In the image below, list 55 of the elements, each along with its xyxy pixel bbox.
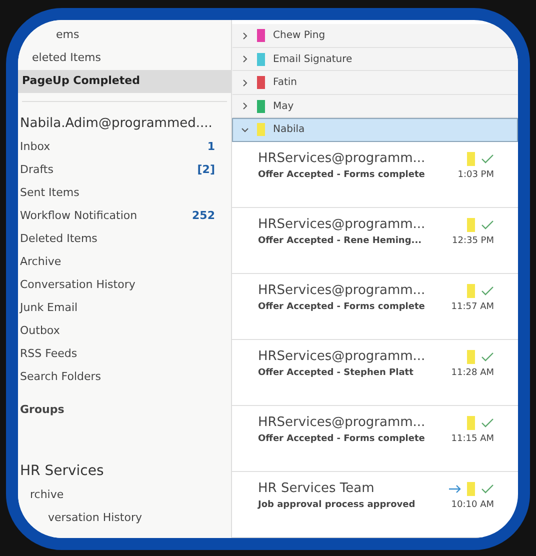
category-group-header[interactable]: May (232, 94, 518, 118)
chevron-right-icon (241, 32, 249, 40)
message-item[interactable]: HRServices@programm... Offer Accepted - Forms complete 11:57 AM (232, 274, 518, 340)
message-time: 10:10 AM (451, 498, 494, 512)
folder-item[interactable]: Sent Items (18, 182, 231, 205)
folder-item[interactable]: rchive (18, 484, 231, 507)
message-item[interactable]: HRServices@programm... Offer Accepted - Forms complete 1:03 PM (232, 142, 518, 208)
folder-item[interactable]: Deleted Items (18, 228, 231, 251)
folder-item[interactable]: versation History (18, 507, 231, 530)
message-time: 12:35 PM (452, 234, 494, 248)
message-item[interactable]: HRServices@programm... Offer Accepted - Stephen Platt 11:28 AM (232, 340, 518, 406)
message-subject: Offer Accepted - Forms complete (258, 432, 426, 446)
chevron-down-icon (241, 126, 249, 134)
message-subject: Offer Accepted - Stephen Platt (258, 366, 414, 380)
account-name[interactable]: Nabila.Adim@programmed.... (18, 112, 231, 136)
unread-count: 252 (192, 208, 215, 224)
folder-item[interactable]: Conversation History (18, 274, 231, 297)
message-item[interactable]: HRServices@programm... Offer Accepted - Forms complete 11:15 AM (232, 406, 518, 472)
message-sender: HRServices@programm... (258, 282, 426, 300)
folder-item[interactable]: PageUp Completed (18, 70, 231, 93)
category-group-header[interactable]: Email Signature (232, 48, 518, 71)
folder-item[interactable]: Inbox 1 (18, 136, 231, 159)
unread-count: 1 (207, 139, 215, 156)
message-item[interactable]: HR Services Team Job approval process approved 10:10 AM (232, 472, 518, 538)
folder-item[interactable]: Search Folders (18, 366, 231, 389)
chevron-right-icon (241, 55, 249, 64)
account-name[interactable]: HR Services (18, 458, 231, 484)
message-subject: Offer Accepted - Forms complete (258, 168, 426, 182)
message-sender: HRServices@programm... (258, 348, 426, 366)
groups-heading[interactable]: Groups (18, 399, 231, 422)
folder-item[interactable]: RSS Feeds (18, 343, 231, 366)
message-item[interactable]: HRServices@programm... Offer Accepted - Rene Heming... 12:35 PM (232, 208, 518, 274)
folder-item[interactable]: eleted Items (18, 47, 231, 70)
message-time: 1:03 PM (458, 168, 494, 182)
folder-item[interactable]: Outbox (18, 320, 231, 343)
folder-item[interactable]: Workflow Notification 252 (18, 205, 231, 228)
chevron-right-icon (241, 102, 249, 110)
category-group-header[interactable]: Nabila (232, 118, 518, 142)
folder-item[interactable]: ems (18, 24, 231, 47)
folder-item[interactable]: Archive (18, 251, 231, 274)
folder-item[interactable]: Junk Email (18, 297, 231, 320)
message-sender: HRServices@programm... (258, 150, 426, 168)
message-time: 11:28 AM (451, 366, 494, 380)
message-time: 11:57 AM (451, 300, 494, 314)
folder-item[interactable]: Drafts [2] (18, 159, 231, 182)
category-group-header[interactable]: Fatin (232, 71, 518, 94)
message-sender: HRServices@programm... (258, 414, 426, 432)
message-subject: Offer Accepted - Forms complete (258, 300, 426, 314)
chevron-right-icon (241, 78, 249, 87)
message-time: 11:15 AM (451, 432, 494, 446)
message-sender: HRServices@programm... (258, 216, 426, 234)
message-subject: Job approval process approved (258, 498, 416, 512)
message-sender: HR Services Team (258, 480, 376, 498)
message-subject: Offer Accepted - Rene Heming... (258, 234, 423, 248)
unread-count: [2] (197, 162, 215, 178)
